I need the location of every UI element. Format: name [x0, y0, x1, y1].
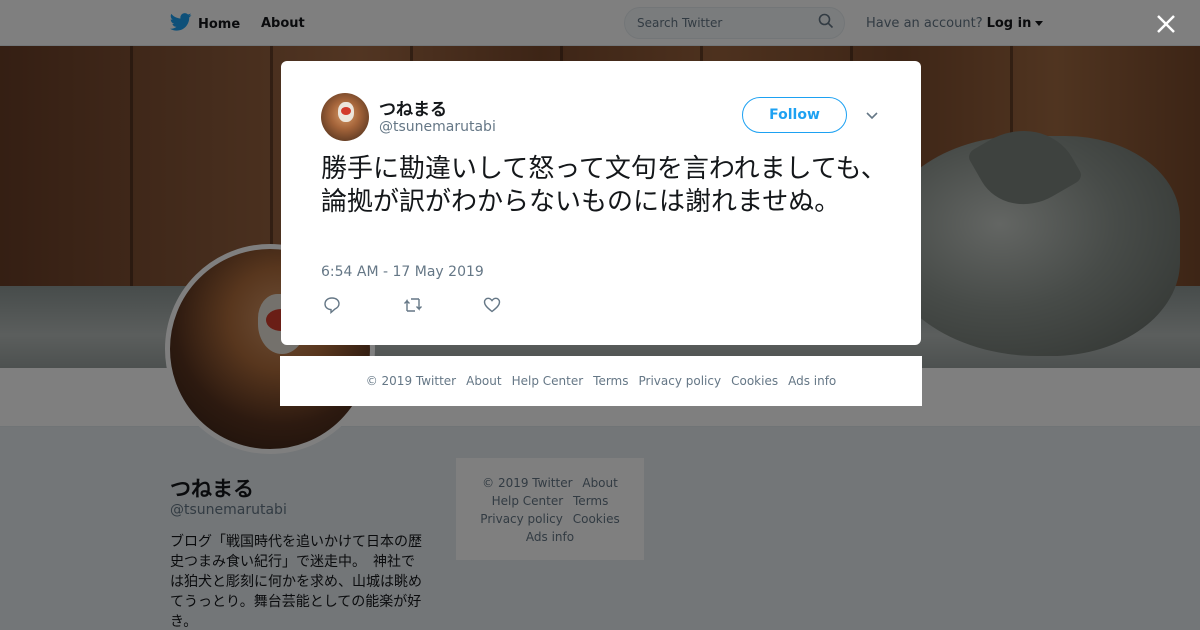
tweet-modal: つねまる @tsunemarutabi Follow 勝手に勘違いして怒って文句… [281, 61, 921, 345]
footer-link[interactable]: Help Center [512, 374, 584, 388]
tweet-author-avatar[interactable] [321, 93, 369, 141]
footer-link[interactable]: Terms [593, 374, 628, 388]
tweet-text: 勝手に勘違いして怒って文句を言われましても、論拠が訳がわからないものには謝れませ… [321, 154, 887, 217]
like-icon[interactable] [483, 296, 503, 314]
reply-icon[interactable] [323, 296, 343, 314]
retweet-icon[interactable] [403, 296, 423, 314]
footer-link[interactable]: Privacy policy [639, 374, 722, 388]
footer-link[interactable]: © 2019 Twitter [366, 374, 456, 388]
footer-link[interactable]: About [466, 374, 501, 388]
modal-footer: © 2019 Twitter About Help Center Terms P… [280, 356, 922, 406]
footer-link[interactable]: Ads info [788, 374, 836, 388]
tweet-author-handle[interactable]: @tsunemarutabi [379, 119, 496, 135]
follow-button[interactable]: Follow [742, 97, 847, 133]
tweet-actions [323, 296, 503, 314]
footer-link[interactable]: Cookies [731, 374, 778, 388]
close-icon[interactable] [1154, 12, 1178, 36]
tweet-timestamp[interactable]: 6:54 AM - 17 May 2019 [321, 264, 484, 280]
tweet-author-name[interactable]: つねまる [379, 95, 447, 120]
chevron-down-icon[interactable] [864, 107, 880, 123]
